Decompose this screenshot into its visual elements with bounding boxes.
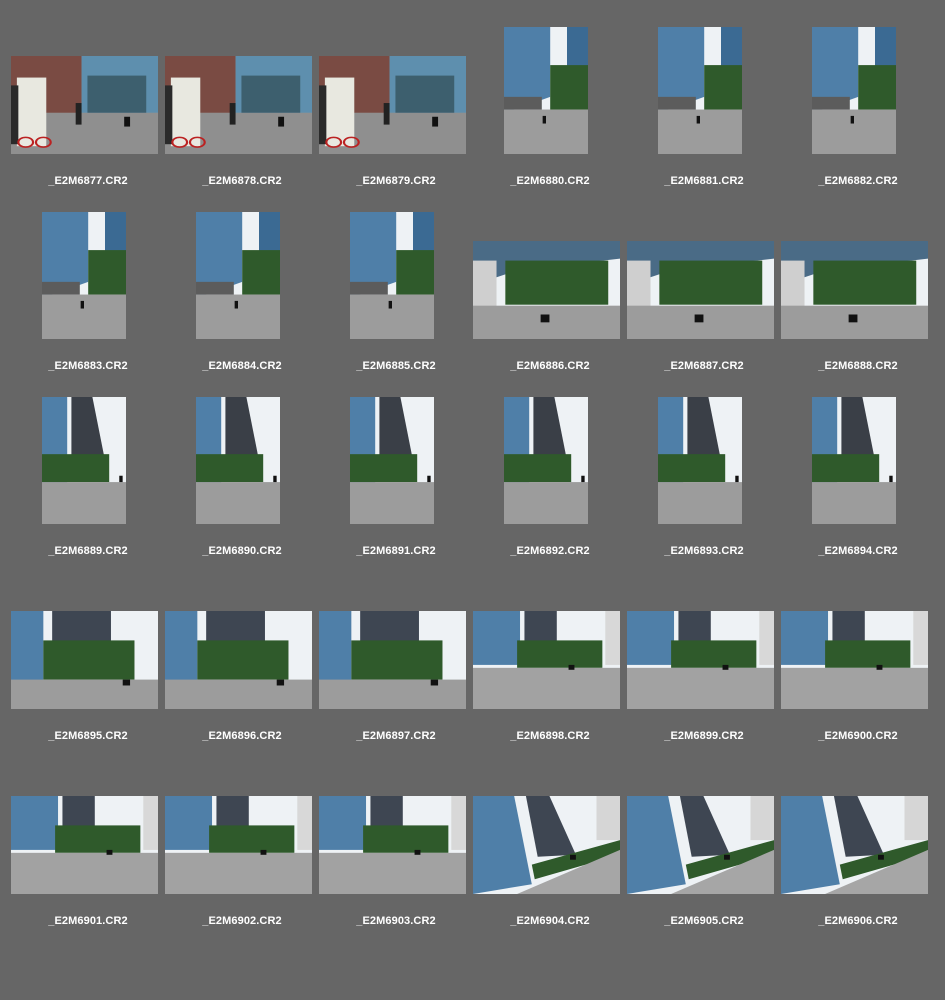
thumbnail-cell[interactable]: _E2M6901.CR2 bbox=[11, 767, 165, 952]
filename-label: _E2M6890.CR2 bbox=[202, 545, 282, 557]
photo-thumbnail[interactable] bbox=[350, 212, 434, 339]
filename-label: _E2M6905.CR2 bbox=[664, 915, 744, 927]
thumbnail-cell[interactable]: _E2M6890.CR2 bbox=[165, 397, 319, 582]
filename-label: _E2M6906.CR2 bbox=[818, 915, 898, 927]
thumbnail-cell[interactable]: _E2M6882.CR2 bbox=[781, 27, 935, 212]
thumbnail-cell[interactable]: _E2M6883.CR2 bbox=[11, 212, 165, 397]
filename-label: _E2M6878.CR2 bbox=[202, 175, 282, 187]
thumbnail-cell[interactable]: _E2M6904.CR2 bbox=[473, 767, 627, 952]
photo-thumbnail[interactable] bbox=[473, 611, 620, 709]
thumbnail-cell[interactable]: _E2M6900.CR2 bbox=[781, 582, 935, 767]
thumbnail-cell[interactable]: _E2M6881.CR2 bbox=[627, 27, 781, 212]
filename-label: _E2M6899.CR2 bbox=[664, 730, 744, 742]
filename-label: _E2M6889.CR2 bbox=[48, 545, 128, 557]
thumbnail-cell[interactable]: _E2M6891.CR2 bbox=[319, 397, 473, 582]
filename-label: _E2M6882.CR2 bbox=[818, 175, 898, 187]
thumbnail-cell[interactable]: _E2M6888.CR2 bbox=[781, 212, 935, 397]
filename-label: _E2M6880.CR2 bbox=[510, 175, 590, 187]
photo-thumbnail[interactable] bbox=[196, 212, 280, 339]
thumbnail-cell[interactable]: _E2M6878.CR2 bbox=[165, 27, 319, 212]
photo-thumbnail[interactable] bbox=[504, 397, 588, 524]
filename-label: _E2M6881.CR2 bbox=[664, 175, 744, 187]
thumbnail-cell[interactable]: _E2M6889.CR2 bbox=[11, 397, 165, 582]
thumbnail-cell[interactable]: _E2M6887.CR2 bbox=[627, 212, 781, 397]
filename-label: _E2M6884.CR2 bbox=[202, 360, 282, 372]
filename-label: _E2M6901.CR2 bbox=[48, 915, 128, 927]
filename-label: _E2M6904.CR2 bbox=[510, 915, 590, 927]
thumbnail-cell[interactable]: _E2M6877.CR2 bbox=[11, 27, 165, 212]
photo-thumbnail[interactable] bbox=[627, 611, 774, 709]
thumbnail-cell[interactable]: _E2M6906.CR2 bbox=[781, 767, 935, 952]
photo-thumbnail[interactable] bbox=[11, 611, 158, 709]
filename-label: _E2M6902.CR2 bbox=[202, 915, 282, 927]
filename-label: _E2M6896.CR2 bbox=[202, 730, 282, 742]
filename-label: _E2M6886.CR2 bbox=[510, 360, 590, 372]
thumbnail-cell[interactable]: _E2M6886.CR2 bbox=[473, 212, 627, 397]
thumbnail-grid: _E2M6877.CR2 _E2M6878.CR2 _E2M6879.CR2 _E2M… bbox=[0, 0, 945, 1000]
photo-thumbnail[interactable] bbox=[165, 796, 312, 894]
photo-thumbnail[interactable] bbox=[319, 611, 466, 709]
thumbnail-cell[interactable]: _E2M6879.CR2 bbox=[319, 27, 473, 212]
filename-label: _E2M6891.CR2 bbox=[356, 545, 436, 557]
filename-label: _E2M6893.CR2 bbox=[664, 545, 744, 557]
filename-label: _E2M6895.CR2 bbox=[48, 730, 128, 742]
photo-thumbnail[interactable] bbox=[812, 397, 896, 524]
photo-thumbnail[interactable] bbox=[781, 796, 928, 894]
photo-thumbnail[interactable] bbox=[473, 796, 620, 894]
filename-label: _E2M6885.CR2 bbox=[356, 360, 436, 372]
thumbnail-cell[interactable]: _E2M6898.CR2 bbox=[473, 582, 627, 767]
photo-thumbnail[interactable] bbox=[42, 397, 126, 524]
photo-thumbnail[interactable] bbox=[781, 611, 928, 709]
photo-thumbnail[interactable] bbox=[319, 56, 466, 154]
thumbnail-cell[interactable]: _E2M6903.CR2 bbox=[319, 767, 473, 952]
filename-label: _E2M6883.CR2 bbox=[48, 360, 128, 372]
filename-label: _E2M6897.CR2 bbox=[356, 730, 436, 742]
thumbnail-cell[interactable]: _E2M6892.CR2 bbox=[473, 397, 627, 582]
filename-label: _E2M6894.CR2 bbox=[818, 545, 898, 557]
photo-thumbnail[interactable] bbox=[350, 397, 434, 524]
thumbnail-cell[interactable]: _E2M6905.CR2 bbox=[627, 767, 781, 952]
photo-thumbnail[interactable] bbox=[165, 611, 312, 709]
filename-label: _E2M6898.CR2 bbox=[510, 730, 590, 742]
thumbnail-cell[interactable]: _E2M6896.CR2 bbox=[165, 582, 319, 767]
photo-thumbnail[interactable] bbox=[658, 397, 742, 524]
filename-label: _E2M6879.CR2 bbox=[356, 175, 436, 187]
filename-label: _E2M6900.CR2 bbox=[818, 730, 898, 742]
photo-thumbnail[interactable] bbox=[11, 796, 158, 894]
photo-thumbnail[interactable] bbox=[319, 796, 466, 894]
photo-thumbnail[interactable] bbox=[812, 27, 896, 154]
photo-thumbnail[interactable] bbox=[627, 796, 774, 894]
filename-label: _E2M6887.CR2 bbox=[664, 360, 744, 372]
thumbnail-cell[interactable]: _E2M6897.CR2 bbox=[319, 582, 473, 767]
photo-thumbnail[interactable] bbox=[781, 241, 928, 339]
thumbnail-cell[interactable]: _E2M6893.CR2 bbox=[627, 397, 781, 582]
thumbnail-cell[interactable]: _E2M6885.CR2 bbox=[319, 212, 473, 397]
filename-label: _E2M6903.CR2 bbox=[356, 915, 436, 927]
filename-label: _E2M6888.CR2 bbox=[818, 360, 898, 372]
thumbnail-cell[interactable]: _E2M6880.CR2 bbox=[473, 27, 627, 212]
filename-label: _E2M6877.CR2 bbox=[48, 175, 128, 187]
thumbnail-cell[interactable]: _E2M6899.CR2 bbox=[627, 582, 781, 767]
photo-thumbnail[interactable] bbox=[11, 56, 158, 154]
thumbnail-cell[interactable]: _E2M6902.CR2 bbox=[165, 767, 319, 952]
photo-thumbnail[interactable] bbox=[504, 27, 588, 154]
photo-thumbnail[interactable] bbox=[658, 27, 742, 154]
photo-thumbnail[interactable] bbox=[42, 212, 126, 339]
photo-thumbnail[interactable] bbox=[165, 56, 312, 154]
photo-thumbnail[interactable] bbox=[473, 241, 620, 339]
filename-label: _E2M6892.CR2 bbox=[510, 545, 590, 557]
thumbnail-cell[interactable]: _E2M6894.CR2 bbox=[781, 397, 935, 582]
thumbnail-cell[interactable]: _E2M6884.CR2 bbox=[165, 212, 319, 397]
photo-thumbnail[interactable] bbox=[627, 241, 774, 339]
photo-thumbnail[interactable] bbox=[196, 397, 280, 524]
thumbnail-cell[interactable]: _E2M6895.CR2 bbox=[11, 582, 165, 767]
